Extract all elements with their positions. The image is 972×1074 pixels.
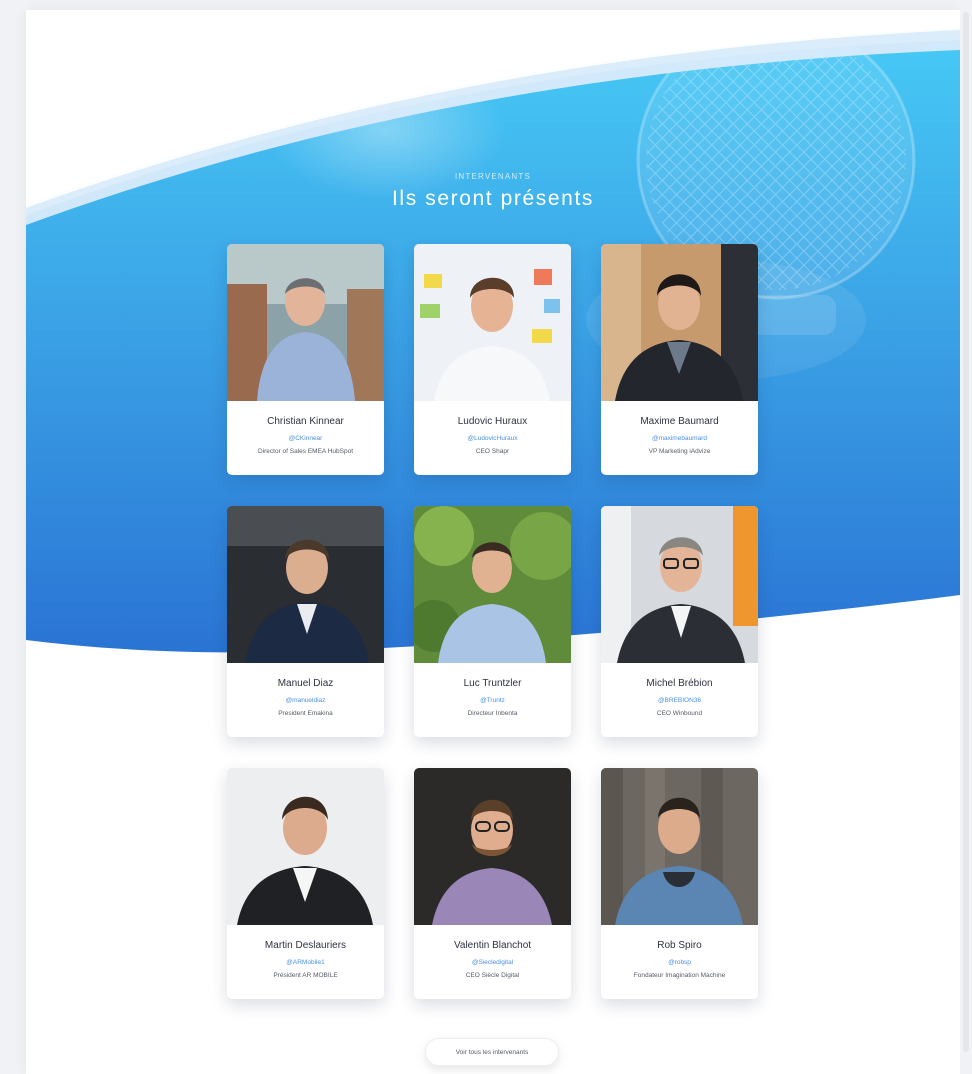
speaker-role: Fondateur Imagination Machine: [633, 972, 726, 979]
speaker-name: Valentin Blanchot: [453, 940, 532, 951]
speaker-handle-link[interactable]: @manueldiaz: [227, 696, 384, 705]
speaker-role: CEO Winbound: [656, 710, 703, 717]
speaker-photo: [227, 768, 384, 925]
speaker-photo: [601, 768, 758, 925]
speaker-card[interactable]: Valentin Blanchot @Siecledigital CEO Siè…: [414, 768, 571, 999]
speaker-photo: [414, 768, 571, 925]
speaker-name: Ludovic Huraux: [457, 416, 528, 427]
scrollbar-thumb[interactable]: [963, 12, 969, 1052]
section-title: Ils seront présents: [392, 187, 594, 210]
speaker-card[interactable]: Christian Kinnear @CKinnear Director of …: [227, 244, 384, 475]
speaker-card[interactable]: Luc Truntzler @Truntz Directeur Inbenta: [414, 506, 571, 737]
view-all-speakers-button[interactable]: Voir tous les intervenants: [425, 1038, 559, 1066]
section-eyebrow: INTERVENANTS: [454, 172, 532, 181]
speaker-name: Luc Truntzler: [463, 678, 522, 689]
speaker-photo: [414, 506, 571, 663]
speaker-handle-link[interactable]: @ARMobile1: [227, 958, 384, 967]
speaker-role: Président AR MOBILE: [273, 972, 338, 979]
speaker-name: Rob Spiro: [657, 940, 702, 951]
speaker-card[interactable]: Michel Brébion @BREBION36 CEO Winbound: [601, 506, 758, 737]
speaker-name: Christian Kinnear: [267, 416, 344, 427]
speaker-photo: [414, 244, 571, 401]
speaker-role: Directeur Inbenta: [467, 710, 518, 717]
section-header: INTERVENANTS Ils seront présents: [26, 172, 960, 211]
speaker-photo: [601, 506, 758, 663]
speaker-name: Michel Brébion: [646, 678, 713, 689]
speaker-name: Manuel Diaz: [277, 678, 334, 689]
speaker-name: Maxime Baumard: [640, 416, 719, 427]
speaker-role: Director of Sales EMEA HubSpot: [257, 448, 353, 455]
speaker-card[interactable]: Ludovic Huraux @LudovicHuraux CEO Shapr: [414, 244, 571, 475]
speaker-handle-link[interactable]: @robsp: [601, 958, 758, 967]
speaker-handle-link[interactable]: @maximebaumard: [601, 434, 758, 443]
speaker-card[interactable]: Rob Spiro @robsp Fondateur Imagination M…: [601, 768, 758, 999]
speaker-card[interactable]: Manuel Diaz @manueldiaz President Emakin…: [227, 506, 384, 737]
speaker-role: CEO Shapr: [475, 448, 510, 455]
speaker-handle-link[interactable]: @CKinnear: [227, 434, 384, 443]
speaker-handle-link[interactable]: @BREBION36: [601, 696, 758, 705]
speaker-role: CEO Siècle Digital: [465, 972, 520, 979]
speaker-photo: [227, 506, 384, 663]
speaker-role: President Emakina: [278, 710, 333, 717]
speaker-name: Martin Deslauriers: [264, 940, 347, 951]
speaker-handle-link[interactable]: @LudovicHuraux: [414, 434, 571, 443]
speaker-card[interactable]: Maxime Baumard @maximebaumard VP Marketi…: [601, 244, 758, 475]
speaker-card[interactable]: Martin Deslauriers @ARMobile1 Président …: [227, 768, 384, 999]
speaker-handle-link[interactable]: @Truntz: [414, 696, 571, 705]
speaker-handle-link[interactable]: @Siecledigital: [414, 958, 571, 967]
speaker-role: VP Marketing iAdvize: [648, 448, 711, 455]
page-frame: INTERVENANTS Ils seront présents Christi…: [26, 10, 960, 1074]
speaker-photo: [601, 244, 758, 401]
speaker-photo: [227, 244, 384, 401]
